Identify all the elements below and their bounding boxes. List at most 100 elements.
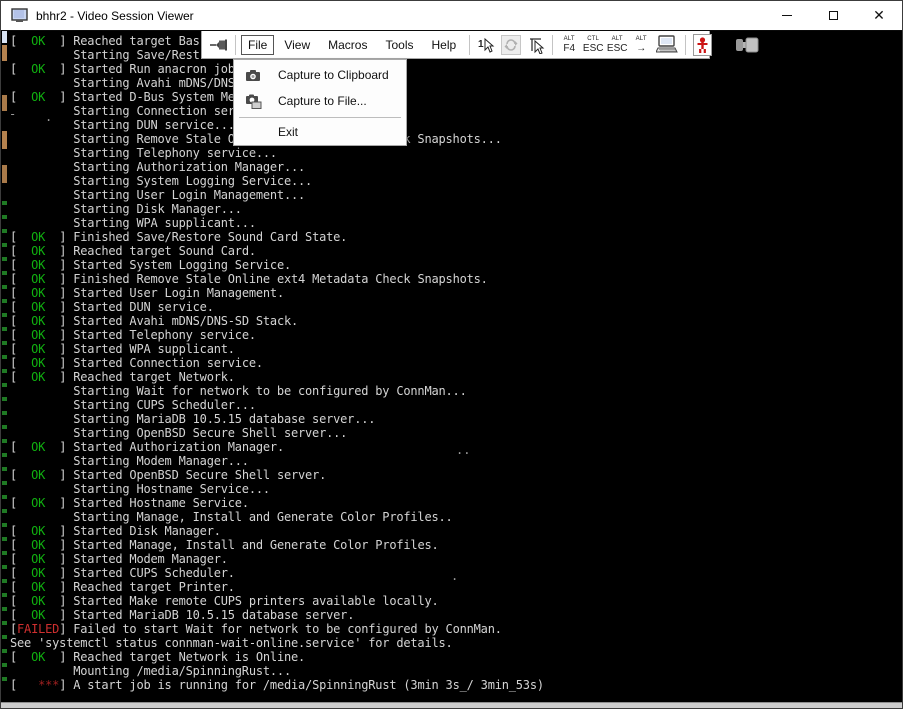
camera-icon [242, 69, 264, 82]
console-line: See 'systemctl status connman-wait-onlin… [10, 636, 544, 650]
maximize-button[interactable] [810, 1, 856, 30]
console-line: Starting Authorization Manager... [10, 160, 544, 174]
key-label: → [636, 43, 646, 54]
refresh-icon [501, 35, 521, 55]
console-line: [ OK ] Reached target Network is Online. [10, 650, 544, 664]
left-edge-artifact [2, 95, 7, 111]
console-line: Starting Wait for network to be configur… [10, 384, 544, 398]
left-edge-artifact [2, 131, 7, 149]
menu-item-capture-to-clipboard[interactable]: Capture to Clipboard [234, 62, 406, 88]
connector-plug-icon [734, 35, 762, 55]
menubar: FileViewMacrosToolsHelp [240, 35, 465, 55]
pin-toolbar-button[interactable] [207, 33, 231, 57]
svg-text:1: 1 [478, 39, 484, 50]
screen-artifact: .. [456, 443, 470, 457]
titlebar: bhhr2 - Video Session Viewer ✕ [1, 1, 902, 31]
refresh-button[interactable] [498, 33, 524, 57]
console-line: Starting OpenBSD Secure Shell server... [10, 426, 544, 440]
console-line: [ OK ] Reached target Network. [10, 370, 544, 384]
console-line: Starting Telephony service... [10, 146, 544, 160]
console-line: [ OK ] Started Hostname Service. [10, 496, 544, 510]
console-line: [ OK ] Finished Remove Stale Online ext4… [10, 272, 544, 286]
pointer-line-icon [527, 36, 545, 54]
console-line: [ OK ] Started CUPS Scheduler. [10, 566, 544, 580]
key-label: ALT [636, 36, 647, 43]
menu-item-capture-to-file[interactable]: Capture to File... [234, 88, 406, 114]
left-edge-artifact [2, 165, 7, 183]
send-alt-→-button[interactable]: ALT→ [629, 33, 653, 57]
console-line: Starting CUPS Scheduler... [10, 398, 544, 412]
minimize-button[interactable] [764, 1, 810, 30]
console-line: [ OK ] Started Avahi mDNS/DNS-SD Stack. [10, 314, 544, 328]
toolbar-separator [469, 35, 470, 55]
console-line: [ OK ] Started MariaDB 10.5.15 database … [10, 608, 544, 622]
window-controls: ✕ [764, 1, 902, 30]
console-line: Starting User Login Management... [10, 188, 544, 202]
menu-file[interactable]: File [241, 35, 274, 55]
screen-artifact: . [451, 569, 458, 583]
send-keys-group: ALTF4CTLESCALTESCALT→ [557, 33, 653, 57]
console-line: [ OK ] Started Manage, Install and Gener… [10, 538, 544, 552]
red-user-icon [693, 34, 712, 56]
minimize-icon [782, 15, 792, 16]
console-line: Starting System Logging Service... [10, 174, 544, 188]
close-button[interactable]: ✕ [856, 1, 902, 30]
key-label: F4 [563, 43, 575, 54]
send-keyboard-button[interactable] [653, 33, 681, 57]
console-line: Starting Disk Manager... [10, 202, 544, 216]
key-label: ESC [607, 43, 628, 54]
disconnect-button[interactable] [731, 33, 765, 57]
toolbar-separator [235, 35, 236, 55]
window-bottom-border [1, 702, 902, 708]
left-edge-artifact [2, 191, 7, 691]
console-line: Starting Hostname Service... [10, 482, 544, 496]
video-session-viewer-window: bhhr2 - Video Session Viewer ✕ [ OK ] Re… [0, 0, 903, 709]
console-line: [ OK ] Started Disk Manager. [10, 524, 544, 538]
menu-view[interactable]: View [276, 35, 318, 55]
menu-item-label: Capture to Clipboard [278, 68, 389, 82]
toolbar-separator [552, 35, 553, 55]
screen-artifact: - [9, 107, 16, 121]
console-line: Mounting /media/SpinningRust... [10, 664, 544, 678]
console-line: [ OK ] Started Modem Manager. [10, 552, 544, 566]
console-line: Starting MariaDB 10.5.15 database server… [10, 412, 544, 426]
console-line: [ OK ] Started WPA supplicant. [10, 342, 544, 356]
screen-artifact: . [45, 110, 52, 124]
send-ctl-esc-button[interactable]: CTLESC [581, 33, 605, 57]
file-menu-dropdown: Capture to Clipboard Capture to File... Ex… [233, 59, 407, 146]
left-edge-artifact [2, 45, 7, 61]
menu-separator [239, 117, 401, 118]
console-line: [ OK ] Started Make remote CUPS printers… [10, 594, 544, 608]
menu-macros[interactable]: Macros [320, 35, 375, 55]
camera-file-icon [242, 94, 264, 109]
console-line: [ ***] A start job is running for /media… [10, 678, 544, 692]
console-line: [ OK ] Started Connection service. [10, 356, 544, 370]
console-line: [ OK ] Finished Save/Restore Sound Card … [10, 230, 544, 244]
pushpin-icon [210, 38, 228, 52]
left-edge-artifact [2, 31, 7, 43]
key-label: ALT [612, 36, 623, 43]
console-line: [ OK ] Started OpenBSD Secure Shell serv… [10, 468, 544, 482]
user-session-button[interactable] [690, 33, 715, 57]
send-alt-f4-button[interactable]: ALTF4 [557, 33, 581, 57]
menu-help[interactable]: Help [424, 35, 465, 55]
close-icon: ✕ [873, 9, 885, 23]
maximize-icon [829, 11, 838, 20]
menu-tools[interactable]: Tools [377, 35, 421, 55]
menu-item-exit[interactable]: Exit [234, 121, 406, 143]
single-cursor-icon: 1 [477, 36, 495, 54]
menu-item-label: Exit [278, 125, 298, 139]
key-label: ALT [564, 36, 575, 43]
computer-keyboard-icon [656, 35, 678, 55]
console-line: [ OK ] Started Telephony service. [10, 328, 544, 342]
remote-console-view: [ OK ] Reached target Bas Starting Save/… [2, 31, 901, 702]
console-line: [ OK ] Started System Logging Service. [10, 258, 544, 272]
console-line: [ OK ] Reached target Printer. [10, 580, 544, 594]
console-line: [ OK ] Started DUN service. [10, 300, 544, 314]
menu-item-label: Capture to File... [278, 94, 367, 108]
toolbar-separator [685, 35, 686, 55]
single-cursor-button[interactable]: 1 [474, 33, 498, 57]
key-label: ESC [583, 43, 604, 54]
send-alt-esc-button[interactable]: ALTESC [605, 33, 629, 57]
local-cursor-button[interactable] [524, 33, 548, 57]
